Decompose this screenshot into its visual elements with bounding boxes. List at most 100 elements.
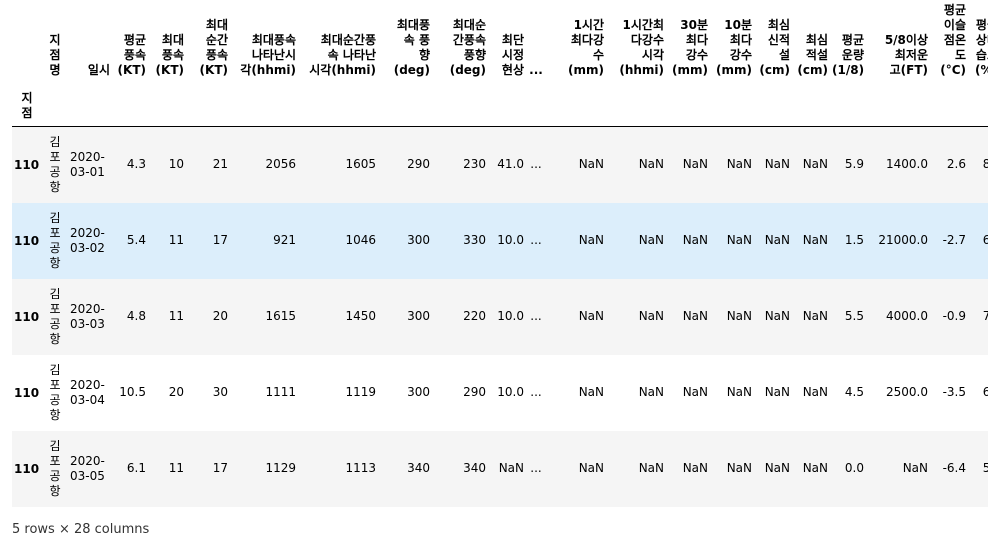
table-cell-c4: 11 xyxy=(168,461,184,475)
table-cell-c19: 21000.0 xyxy=(878,233,928,247)
table-cell-c1: 김 포 공 항 xyxy=(49,286,61,346)
table-cell-c17: NaN xyxy=(802,385,828,399)
column-header-c19: 5/8이상 최저운 고(FT) xyxy=(884,33,928,77)
table-cell-c3: 10.5 xyxy=(119,385,146,399)
column-header-c18: 평균 운량 (1/8) xyxy=(832,33,865,77)
table-cell-c17: NaN xyxy=(802,461,828,475)
table-cell-c20: -0.9 xyxy=(942,309,966,323)
table-cell-c8: 300 xyxy=(407,233,430,247)
column-header-c3: 평균 풍속 (KT) xyxy=(117,33,146,77)
table-cell-c12: NaN xyxy=(578,157,604,172)
table-cell-c11: ... xyxy=(530,233,542,247)
table-row[interactable]: 110 김 포 공 항 2020- 03-02 5.4 11 17 921 1046 300 33… xyxy=(12,202,988,279)
table-row[interactable]: 110 김 포 공 항 2020- 03-01 4.3 10 21 2056 1605 290 2… xyxy=(12,126,988,203)
table-cell-c18: 4.5 xyxy=(844,385,864,399)
table-cell-c13: NaN xyxy=(638,385,664,399)
table-cell-c12: NaN xyxy=(578,309,604,323)
table-cell-c14: NaN xyxy=(682,461,708,475)
table-cell-c3: 5.4 xyxy=(126,233,146,247)
column-header-c6: 최대풍속 나타난시 각(hhmi) xyxy=(240,33,296,77)
table-cell-c3: 4.8 xyxy=(126,309,146,323)
table-cell-c17: NaN xyxy=(802,233,828,247)
column-header-c9: 최대순 간풍속 풍향 (deg) xyxy=(449,18,486,77)
column-header-c2: 일시 xyxy=(87,63,110,77)
table-cell-c14: NaN xyxy=(682,309,708,323)
table-cell-c6: 921 xyxy=(273,233,296,247)
table-cell-c13: NaN xyxy=(638,157,664,172)
table-cell-c1: 김 포 공 항 xyxy=(49,438,61,498)
column-header-c12: 1시간 최다강 수 (mm) xyxy=(568,18,604,77)
column-header-c4: 최대 풍속 (KT) xyxy=(155,33,184,77)
table-cell-c8: 340 xyxy=(407,461,430,475)
column-header-c20: 평균 이슬 점온 도 (°C) xyxy=(940,3,966,77)
table-cell-c11: ... xyxy=(530,309,542,323)
table-cell-c5: 21 xyxy=(212,157,228,172)
column-header-c5: 최대 순간 풍속 (KT) xyxy=(199,18,228,77)
table-cell-c16: NaN xyxy=(764,385,790,399)
table-cell-c4: 20 xyxy=(168,385,184,399)
table-row[interactable]: 110 김 포 공 항 2020- 03-04 10.5 20 30 1111 1119 300… xyxy=(12,355,988,431)
table-cell-c10: 10.0 xyxy=(497,309,524,323)
table-cell-c17: NaN xyxy=(802,309,828,323)
table-cell-c12: NaN xyxy=(578,461,604,475)
table-cell-c8: 290 xyxy=(407,157,430,172)
table-row[interactable]: 110 김 포 공 항 2020- 03-03 4.8 11 20 1615 1450 300 2… xyxy=(12,278,988,355)
table-cell-c2: 2020- 03-02 xyxy=(70,225,105,255)
table-cell-c21: 73 xyxy=(982,309,988,323)
table-cell-c11: ... xyxy=(530,461,542,475)
table-cell-c15: NaN xyxy=(726,461,752,475)
table-cell-c16: NaN xyxy=(764,157,790,172)
table-cell-c9: 340 xyxy=(463,461,486,475)
dataframe-shape-caption: 5 rows × 28 columns xyxy=(12,522,150,537)
table-cell-c21: 88 xyxy=(968,127,988,203)
index-name-row: 지 점 xyxy=(12,86,988,127)
table-cell-c1: 김 포 공 항 xyxy=(49,210,61,270)
table-cell-c1: 김 포 공 항 xyxy=(49,362,61,422)
column-header-c1: 지 점 명 xyxy=(49,33,61,77)
table-cell-c5: 17 xyxy=(212,461,228,475)
table-header: 지 점 명일시 평균 풍속 (KT) 최대 풍속 (KT) 최대 순간 풍속 (KT)… xyxy=(12,0,988,127)
table-cell-c19: 1400.0 xyxy=(886,157,928,172)
table-cell-c15: NaN xyxy=(726,309,752,323)
row-index-cell: 110 xyxy=(14,233,40,248)
table-cell-c9: 330 xyxy=(463,233,486,247)
index-name-header: 지 점 xyxy=(21,91,33,120)
table-cell-c21: 67 xyxy=(982,233,988,247)
table-cell-c13: NaN xyxy=(638,461,664,475)
column-header-c14: 30분 최다 강수 (mm) xyxy=(672,18,708,77)
table-cell-c9: 230 xyxy=(463,157,486,172)
table-body: 110 김 포 공 항 2020- 03-01 4.3 10 21 2056 1605 290 2… xyxy=(12,126,988,507)
table-cell-c15: NaN xyxy=(726,233,752,247)
table-row[interactable]: 110 김 포 공 항 2020- 03-05 6.1 11 17 1129 1113 340 3… xyxy=(12,430,988,507)
index-name-spacer xyxy=(42,86,988,127)
table-cell-c20: -2.7 xyxy=(942,233,966,247)
row-index-cell: 110 xyxy=(14,157,40,172)
table-cell-c18: 1.5 xyxy=(844,233,864,247)
table-cell-c3: 6.1 xyxy=(126,461,146,475)
table-cell-c5: 17 xyxy=(212,233,228,247)
table-cell-c6: 1111 xyxy=(265,385,296,399)
table-cell-c7: 1605 xyxy=(345,157,376,172)
table-cell-c2: 2020- 03-01 xyxy=(70,149,105,179)
row-index-cell: 110 xyxy=(14,461,40,476)
table-cell-c18: 5.5 xyxy=(844,309,864,323)
table-cell-c9: 290 xyxy=(463,385,486,399)
dataframe-output: 지 점 명일시 평균 풍속 (KT) 최대 풍속 (KT) 최대 순간 풍속 (KT)… xyxy=(12,0,988,507)
table-cell-c14: NaN xyxy=(682,385,708,399)
table-cell-c10: 10.0 xyxy=(497,233,524,247)
table-cell-c8: 300 xyxy=(407,309,430,323)
row-index-cell: 110 xyxy=(14,309,40,324)
table-cell-c7: 1046 xyxy=(345,233,376,247)
table-cell-c17: NaN xyxy=(802,157,828,172)
table-cell-c6: 2056 xyxy=(265,157,296,172)
table-cell-c20: 2.6 xyxy=(946,157,966,172)
table-cell-c3: 4.3 xyxy=(126,157,146,172)
table-cell-c11: ... xyxy=(530,385,542,399)
table-cell-c16: NaN xyxy=(764,233,790,247)
column-header-c10: 최단 시정 현상 xyxy=(501,33,524,77)
table-cell-c9: 220 xyxy=(463,309,486,323)
column-header-c17: 최심 적설 (cm) xyxy=(797,33,828,77)
table-cell-c5: 20 xyxy=(212,309,228,323)
column-header-row: 지 점 명일시 평균 풍속 (KT) 최대 풍속 (KT) 최대 순간 풍속 (KT)… xyxy=(12,0,988,86)
table-cell-c7: 1119 xyxy=(345,385,376,399)
